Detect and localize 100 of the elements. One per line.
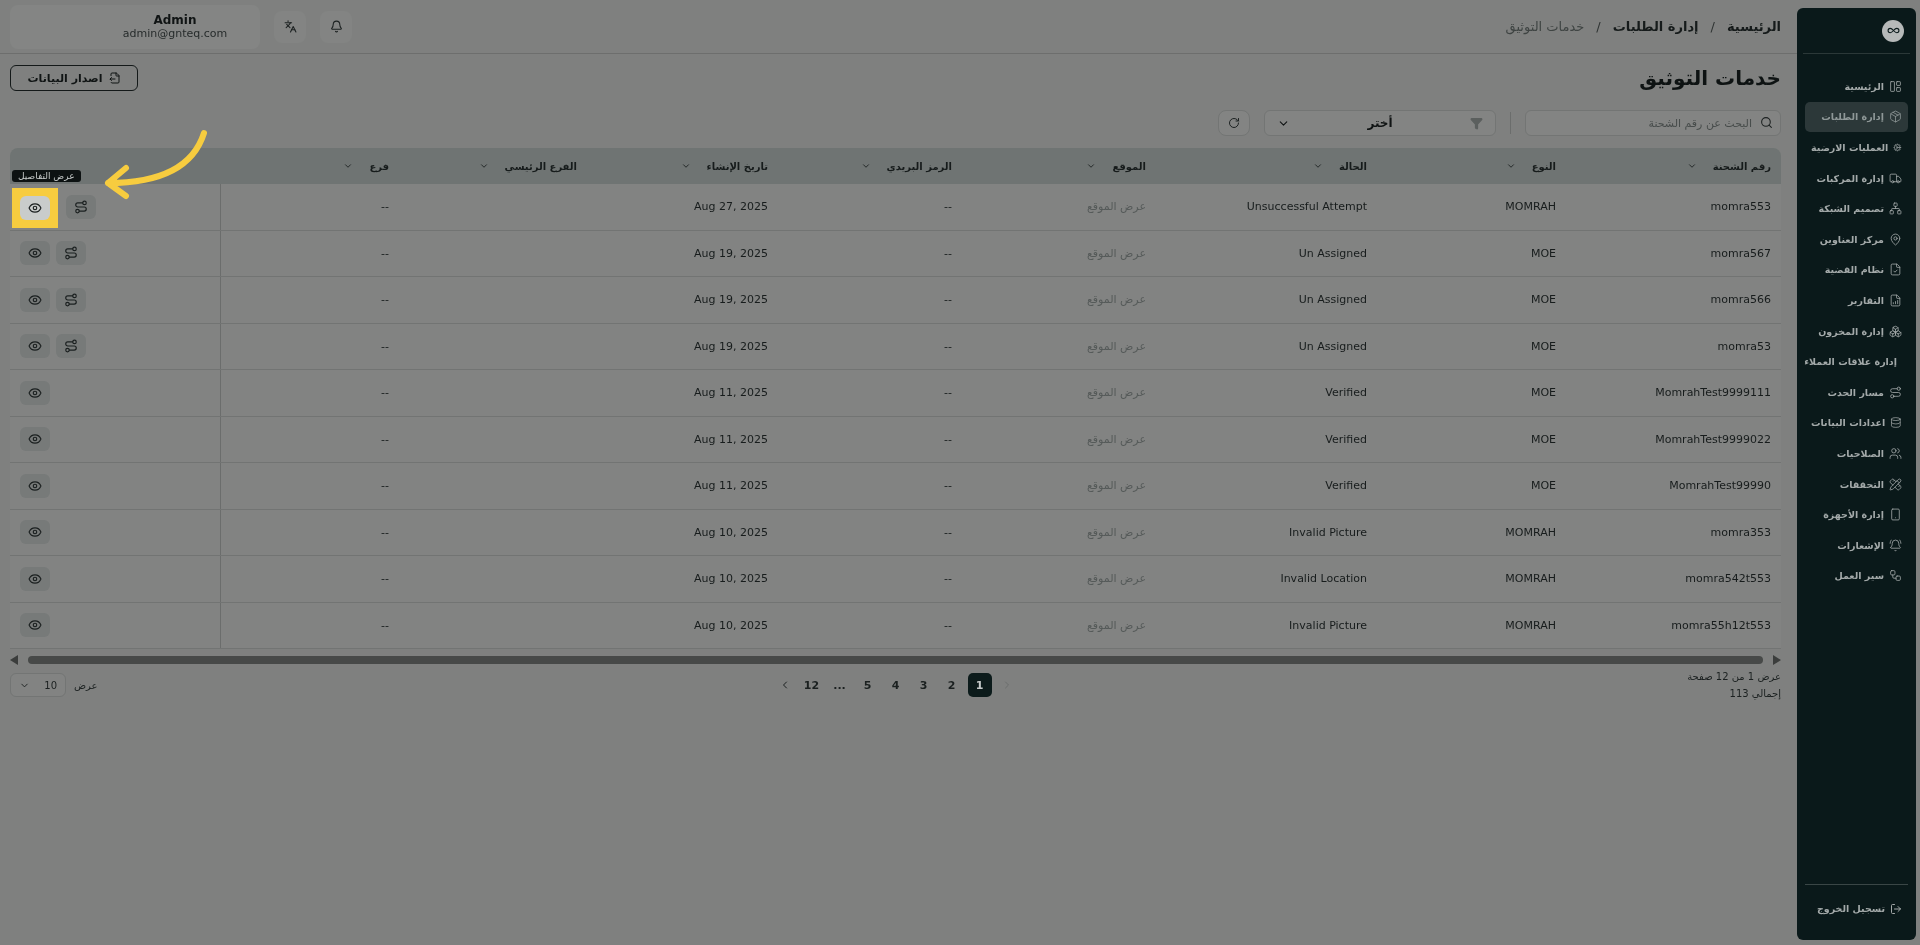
column-header[interactable]: النوع	[1377, 160, 1566, 172]
menu-icon	[1889, 79, 1902, 93]
table-cell-text: Verified	[1324, 385, 1368, 402]
sidebar-item[interactable]: العمليات الارضية	[1805, 132, 1908, 163]
column-header[interactable]: الموقع	[962, 160, 1156, 172]
sidebar-item[interactable]: إدارة المركبات	[1805, 162, 1908, 194]
search-field[interactable]: البحث عن رقم الشحنة	[1525, 110, 1781, 136]
sort-caret-icon	[680, 161, 691, 171]
page-button[interactable]: 5	[855, 673, 880, 697]
route-button[interactable]	[56, 334, 86, 359]
export-button[interactable]: اصدار البيانات	[10, 65, 138, 91]
table-cell-text: MOE	[1529, 292, 1557, 309]
table-cell-text: --	[380, 292, 390, 309]
menu-icon	[1890, 416, 1902, 430]
notifications-button[interactable]	[320, 10, 352, 43]
refresh-icon	[1228, 117, 1240, 129]
table-cell-text: MOMRAH	[1504, 524, 1557, 541]
total-count: إجمالي 113	[1728, 688, 1781, 699]
breadcrumb-link[interactable]: الرئيسية	[1726, 19, 1781, 34]
table-cell-text: momra55h12t553	[1670, 617, 1772, 634]
route-button[interactable]	[66, 194, 96, 219]
sidebar-item[interactable]: تصميم الشبكة	[1805, 193, 1908, 224]
view-details-button[interactable]	[20, 334, 50, 359]
page-button[interactable]: 2	[939, 673, 964, 697]
column-header[interactable]: رقم الشحنة	[1566, 160, 1781, 172]
sidebar-item[interactable]: الصلاحيات	[1805, 438, 1908, 469]
page-button[interactable]: 12	[799, 673, 824, 697]
sidebar-item[interactable]: نظام القضية	[1805, 254, 1908, 286]
view-details-button[interactable]	[20, 287, 50, 312]
sort-caret-icon	[1686, 161, 1697, 171]
table-cell-text: --	[380, 431, 390, 448]
sidebar-item[interactable]: اعدادات البيانات	[1805, 407, 1908, 439]
table-cell-text: --	[943, 524, 953, 541]
eye-icon	[28, 571, 42, 586]
page-summary: عرض 1 من 12 صفحة	[1686, 671, 1781, 682]
column-header[interactable]: فرع	[221, 160, 399, 172]
eye-icon	[28, 478, 42, 493]
page-size-select[interactable]: 10	[10, 673, 66, 697]
user-card[interactable]: Admin admin@gnteq.com	[10, 4, 260, 49]
view-details-button[interactable]	[20, 566, 50, 591]
sort-caret-icon	[343, 161, 354, 171]
breadcrumb-link[interactable]: خدمات التوثيق	[1505, 19, 1585, 34]
breadcrumb-link[interactable]: إدارة الطلبات	[1612, 19, 1699, 34]
column-header[interactable]: الحالة	[1156, 160, 1377, 172]
route-button[interactable]	[56, 241, 86, 266]
sidebar-item[interactable]: إدارة علاقات العملاء	[1805, 346, 1908, 377]
scroll-left-icon[interactable]	[10, 655, 18, 665]
sidebar-item[interactable]: الإشعارات	[1805, 529, 1908, 561]
sidebar-item[interactable]: التحققات	[1805, 468, 1908, 500]
route-icon	[64, 246, 78, 261]
page-title: خدمات التوثيق	[1639, 66, 1781, 90]
logout-link[interactable]: تسجيل الخروج	[1810, 893, 1908, 924]
scroll-right-icon[interactable]	[1773, 655, 1781, 665]
eye-icon	[28, 385, 42, 400]
table-cell-text: Aug 19, 2025	[693, 338, 769, 355]
table-cell-text: --	[943, 292, 953, 309]
sidebar-item[interactable]: مسار الحدث	[1805, 376, 1908, 408]
page-button[interactable]: 1	[967, 673, 992, 697]
table-cell-text: momra567	[1709, 245, 1772, 262]
table-cell-text: --	[380, 245, 390, 262]
scrollbar-thumb[interactable]	[28, 656, 1763, 664]
sidebar-item[interactable]: الرئيسية	[1805, 71, 1908, 102]
view-details-button[interactable]	[20, 520, 50, 545]
view-details-button[interactable]	[20, 473, 50, 498]
sidebar-item[interactable]: التقارير	[1805, 285, 1908, 316]
column-header[interactable]: الرمز البريدي	[778, 160, 962, 172]
sidebar-item[interactable]: مركز العناوين	[1805, 223, 1908, 255]
view-details-button[interactable]	[20, 241, 50, 266]
view-details-button[interactable]	[20, 427, 50, 452]
table-cell-text: Verified	[1324, 431, 1368, 448]
menu-icon	[1889, 293, 1902, 307]
page-button[interactable]: 4	[883, 673, 908, 697]
sort-caret-icon	[478, 161, 489, 171]
route-button[interactable]	[56, 287, 86, 312]
eye-icon	[28, 432, 42, 447]
page-button[interactable]: 3	[911, 673, 936, 697]
eye-icon	[28, 339, 42, 354]
column-header[interactable]: تاريخ الإنشاء	[587, 160, 778, 172]
sidebar-item[interactable]: إدارة الأجهزة	[1805, 499, 1908, 530]
funnel-icon	[1470, 116, 1483, 130]
view-details-button[interactable]	[20, 613, 50, 638]
eye-icon	[28, 201, 42, 215]
page-size-label: عرض	[74, 679, 98, 691]
logo	[1882, 19, 1904, 42]
view-details-button[interactable]	[20, 196, 50, 220]
logout-icon	[1890, 902, 1902, 915]
table-cell-text: momra542t553	[1684, 571, 1772, 588]
table-cell-text: Invalid Picture	[1288, 617, 1368, 634]
refresh-button[interactable]	[1218, 110, 1250, 136]
column-header[interactable]: الفرع الرئيسي	[399, 160, 587, 172]
language-button[interactable]	[274, 10, 306, 43]
filter-select[interactable]: أختر	[1264, 110, 1496, 136]
sidebar-item[interactable]: سير العمل	[1805, 560, 1908, 592]
page-button[interactable]: ...	[827, 673, 852, 697]
view-details-button[interactable]	[20, 380, 50, 405]
sidebar-item[interactable]: إدارة الطلبات	[1805, 101, 1908, 133]
table-cell-text: --	[943, 245, 953, 262]
table-cell-text: MOE	[1529, 478, 1557, 495]
table-cell-text: MomrahTest9999022	[1654, 431, 1772, 448]
sidebar-item[interactable]: إدارة المخزون	[1805, 315, 1908, 347]
